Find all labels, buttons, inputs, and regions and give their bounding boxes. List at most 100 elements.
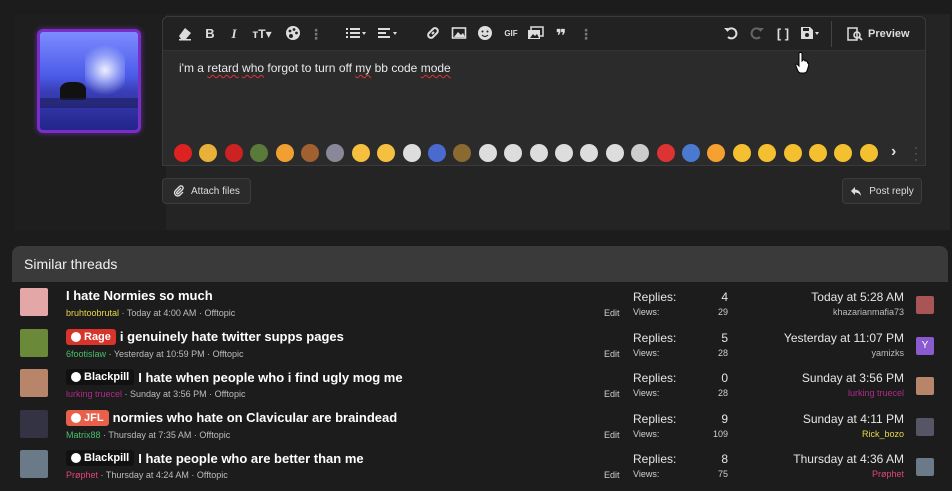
eraser-icon[interactable] xyxy=(177,25,195,43)
thread-row[interactable]: I hate Normies so much bruhtoobrutal · To… xyxy=(12,284,948,324)
emoji-item-icon[interactable] xyxy=(580,144,599,162)
thread-prefix-badge[interactable]: JFL xyxy=(66,409,109,426)
thread-forum-link[interactable]: Offtopic xyxy=(215,389,246,399)
thread-edit-link[interactable]: Edit xyxy=(604,430,620,440)
thread-author-avatar[interactable] xyxy=(20,369,48,397)
save-draft-icon[interactable] xyxy=(799,25,823,43)
thread-forum-link[interactable]: Offtopic xyxy=(213,349,244,359)
text-size-icon[interactable]: тT▾ xyxy=(249,25,275,43)
emoji-item-icon[interactable] xyxy=(428,144,446,162)
thread-prefix-badge[interactable]: Blackpill xyxy=(66,450,135,466)
emoji-item-icon[interactable] xyxy=(351,144,370,162)
emoji-item-icon[interactable] xyxy=(859,144,878,162)
emoji-item-icon[interactable] xyxy=(758,144,777,162)
emoji-item-icon[interactable] xyxy=(453,144,472,162)
last-post-date-link[interactable]: Sunday at 4:11 PM xyxy=(803,412,904,426)
more-icon-2[interactable]: ⋮ xyxy=(579,25,593,43)
list-icon[interactable] xyxy=(345,25,369,43)
emoji-item-icon[interactable] xyxy=(682,144,700,162)
last-poster-avatar[interactable] xyxy=(916,377,934,395)
last-post-date-link[interactable]: Today at 5:28 AM xyxy=(811,290,904,304)
italic-icon[interactable]: I xyxy=(227,25,241,43)
preview-button[interactable]: Preview xyxy=(847,25,910,43)
emoji-item-icon[interactable] xyxy=(809,144,827,162)
last-post-user-link[interactable]: khazarianmafia73 xyxy=(833,307,904,317)
thread-prefix-badge[interactable]: Rage xyxy=(66,328,116,345)
thread-title-link[interactable]: I hate Normies so much xyxy=(66,288,213,303)
editor-content[interactable]: i'm a retard who forgot to turn off my b… xyxy=(179,61,451,75)
align-icon[interactable] xyxy=(377,25,401,43)
post-reply-button[interactable]: Post reply xyxy=(842,178,922,204)
redo-icon[interactable] xyxy=(749,25,765,43)
thread-author-link[interactable]: Prøphet xyxy=(66,470,98,480)
thread-title-link[interactable]: i genuinely hate twitter supps pages xyxy=(120,329,344,344)
emoji-item-icon[interactable] xyxy=(250,144,269,162)
last-poster-avatar[interactable]: Y xyxy=(916,336,934,355)
emoji-item-icon[interactable] xyxy=(834,144,853,162)
thread-date[interactable]: Thursday at 7:35 AM xyxy=(108,430,191,440)
gif-icon[interactable]: GIF xyxy=(502,25,520,43)
thread-author-avatar[interactable] xyxy=(20,450,48,478)
emoji-item-icon[interactable] xyxy=(402,144,421,162)
link-icon[interactable] xyxy=(425,25,441,43)
last-post-user-link[interactable]: lurking truecel xyxy=(848,388,904,398)
attach-files-button[interactable]: Attach files xyxy=(162,178,251,204)
thread-author-link[interactable]: Matrix88 xyxy=(66,430,101,440)
emoji-item-icon[interactable] xyxy=(605,144,624,162)
thread-date[interactable]: Thursday at 4:24 AM xyxy=(106,470,189,480)
thread-date[interactable]: Yesterday at 10:59 PM xyxy=(114,349,205,359)
thread-date[interactable]: Today at 4:00 AM xyxy=(127,308,197,318)
emoji-item-icon[interactable] xyxy=(377,144,396,162)
media-icon[interactable] xyxy=(527,25,545,43)
thread-author-avatar[interactable] xyxy=(20,409,48,438)
palette-icon[interactable] xyxy=(285,25,301,43)
emoji-item-icon[interactable] xyxy=(656,144,675,162)
thread-title-link[interactable]: I hate people who are better than me xyxy=(138,451,363,466)
thread-row[interactable]: Rage i genuinely hate twitter supps pages… xyxy=(12,325,948,365)
last-post-date-link[interactable]: Thursday at 4:36 AM xyxy=(793,452,904,466)
thread-author-avatar[interactable] xyxy=(20,288,48,316)
emoji-item-icon[interactable] xyxy=(555,144,573,162)
emoji-next-icon[interactable]: › xyxy=(891,143,896,161)
thread-edit-link[interactable]: Edit xyxy=(604,470,620,480)
emoji-item-icon[interactable] xyxy=(224,144,243,162)
last-post-date-link[interactable]: Yesterday at 11:07 PM xyxy=(784,331,904,345)
bbcode-toggle-icon[interactable]: [ ] xyxy=(775,25,791,43)
thread-author-link[interactable]: bruhtoobrutal xyxy=(66,308,119,318)
emoji-item-icon[interactable] xyxy=(301,144,319,162)
emoji-item-icon[interactable] xyxy=(174,144,192,162)
last-poster-avatar[interactable] xyxy=(916,458,934,476)
thread-forum-link[interactable]: Offtopic xyxy=(197,470,228,480)
emoji-more-icon[interactable]: · · · xyxy=(914,141,918,165)
last-post-user-link[interactable]: Prøphet xyxy=(872,469,904,479)
last-poster-avatar[interactable] xyxy=(916,296,934,314)
quote-icon[interactable]: ❞ xyxy=(553,25,569,46)
last-poster-avatar[interactable] xyxy=(916,417,934,436)
emoji-item-icon[interactable] xyxy=(504,144,523,162)
emoji-item-icon[interactable] xyxy=(631,144,650,162)
thread-forum-link[interactable]: Offtopic xyxy=(199,430,230,440)
more-icon[interactable]: ⋮ xyxy=(309,25,323,43)
thread-author-link[interactable]: 6footislaw xyxy=(66,349,106,359)
current-user-avatar[interactable] xyxy=(37,29,141,133)
smiley-icon[interactable] xyxy=(477,25,493,43)
thread-prefix-badge[interactable]: Blackpill xyxy=(66,369,135,385)
last-post-user-link[interactable]: yamizks xyxy=(871,348,904,358)
thread-edit-link[interactable]: Edit xyxy=(604,308,620,318)
emoji-item-icon[interactable] xyxy=(783,144,802,162)
undo-icon[interactable] xyxy=(723,25,739,43)
thread-date[interactable]: Sunday at 3:56 PM xyxy=(130,389,207,399)
emoji-item-icon[interactable] xyxy=(529,144,548,162)
thread-title-link[interactable]: normies who hate on Clavicular are brain… xyxy=(113,410,398,425)
thread-edit-link[interactable]: Edit xyxy=(604,349,620,359)
last-post-date-link[interactable]: Sunday at 3:56 PM xyxy=(802,371,904,385)
emoji-item-icon[interactable] xyxy=(732,144,751,162)
thread-row[interactable]: Blackpill I hate people who are better th… xyxy=(12,446,948,486)
thread-forum-link[interactable]: Offtopic xyxy=(204,308,235,318)
thread-title-link[interactable]: I hate when people who i find ugly mog m… xyxy=(138,370,402,385)
thread-author-avatar[interactable] xyxy=(20,328,48,357)
thread-row[interactable]: Blackpill I hate when people who i find u… xyxy=(12,365,948,405)
emoji-item-icon[interactable] xyxy=(707,144,726,162)
thread-row[interactable]: JFL normies who hate on Clavicular are br… xyxy=(12,406,948,446)
image-icon[interactable] xyxy=(451,25,467,43)
